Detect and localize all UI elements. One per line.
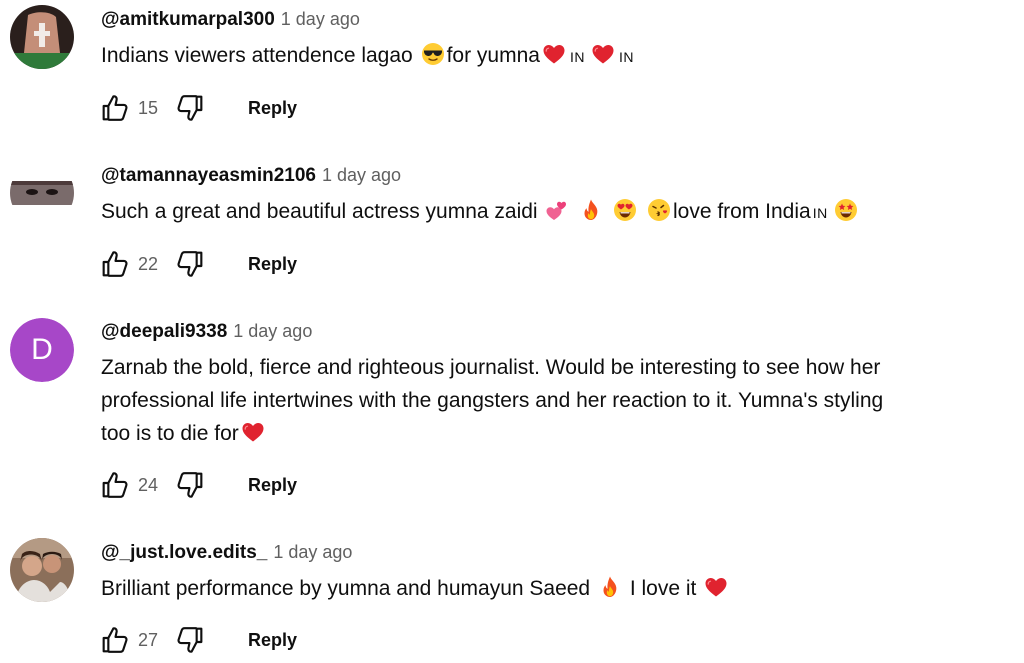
like-count: 24 bbox=[138, 474, 159, 495]
comment-actions: 15 Reply bbox=[99, 88, 297, 128]
comment-text-line: Zarnab the bold, fierce and righteous jo… bbox=[101, 356, 881, 379]
thumb-down-icon bbox=[174, 92, 206, 124]
heart-emoji-icon bbox=[704, 575, 728, 599]
comment-text-part: too is to die for bbox=[101, 422, 239, 445]
india-flag-icon: IN bbox=[618, 49, 634, 65]
comment-text-part: Indians viewers attendence lagao bbox=[101, 44, 413, 67]
avatar-image bbox=[10, 161, 74, 225]
reply-button[interactable]: Reply bbox=[248, 475, 297, 496]
reply-button[interactable]: Reply bbox=[248, 630, 297, 651]
avatar[interactable] bbox=[10, 538, 74, 602]
like-button[interactable] bbox=[99, 624, 131, 656]
thumb-up-icon bbox=[99, 469, 131, 501]
author-name[interactable]: @_just.love.edits_ bbox=[101, 542, 267, 563]
thumb-down-icon bbox=[174, 248, 206, 280]
author-name[interactable]: @deepali9338 bbox=[101, 321, 227, 342]
dislike-button[interactable] bbox=[174, 92, 206, 124]
heart-emoji-icon bbox=[591, 42, 615, 66]
fire-emoji-icon bbox=[598, 575, 622, 599]
avatar[interactable] bbox=[10, 161, 74, 225]
reply-button[interactable]: Reply bbox=[248, 254, 297, 275]
timestamp[interactable]: 1 day ago bbox=[233, 321, 312, 341]
comment-text-part: for yumna bbox=[446, 44, 540, 67]
star-struck-emoji-icon bbox=[834, 198, 858, 222]
comment-text: Indians viewers attendence lagao for yum… bbox=[101, 39, 1004, 74]
sunglasses-emoji-icon bbox=[421, 42, 445, 66]
thumb-down-icon bbox=[174, 469, 206, 501]
comment-header: @_just.love.edits_ 1 day ago bbox=[101, 539, 1004, 566]
avatar-letter-circle: D bbox=[10, 318, 74, 382]
avatar-image bbox=[10, 538, 74, 602]
thumb-up-icon bbox=[99, 624, 131, 656]
comment-text: Such a great and beautiful actress yumna… bbox=[101, 195, 1004, 230]
comment-text-part: I love it bbox=[629, 577, 697, 600]
like-count: 22 bbox=[138, 253, 159, 274]
reply-button[interactable]: Reply bbox=[248, 98, 297, 119]
dislike-button[interactable] bbox=[174, 248, 206, 280]
kiss-emoji-icon bbox=[647, 198, 671, 222]
india-flag-icon: IN bbox=[812, 205, 828, 221]
comment-header: @amitkumarpal300 1 day ago bbox=[101, 6, 1004, 33]
like-button[interactable] bbox=[99, 469, 131, 501]
comment-text: Zarnab the bold, fierce and righteous jo… bbox=[101, 351, 1004, 450]
comment-text-part: Brilliant performance by yumna and humay… bbox=[101, 577, 591, 600]
comment-text-line: professional life intertwines with the g… bbox=[101, 389, 884, 412]
like-count: 27 bbox=[138, 629, 159, 650]
timestamp[interactable]: 1 day ago bbox=[281, 9, 360, 29]
thumb-up-icon bbox=[99, 248, 131, 280]
fire-emoji-icon bbox=[579, 198, 603, 222]
heart-emoji-icon bbox=[241, 420, 265, 444]
like-button[interactable] bbox=[99, 92, 131, 124]
avatar[interactable] bbox=[10, 5, 74, 69]
author-name[interactable]: @tamannayeasmin2106 bbox=[101, 165, 316, 186]
comment-text-line: too is to die for bbox=[101, 417, 1004, 450]
comment-text-part: love from India bbox=[672, 200, 811, 223]
comment-header: @deepali9338 1 day ago bbox=[101, 318, 1004, 345]
comment-actions: 22 Reply bbox=[99, 244, 297, 284]
avatar[interactable]: D bbox=[10, 318, 74, 382]
comment-actions: 27 Reply bbox=[99, 620, 297, 660]
comment-actions: 24 Reply bbox=[99, 465, 297, 505]
two-hearts-emoji-icon bbox=[545, 198, 569, 222]
thumb-up-icon bbox=[99, 92, 131, 124]
avatar-image bbox=[10, 5, 74, 69]
comment-header: @tamannayeasmin2106 1 day ago bbox=[101, 162, 1004, 189]
timestamp[interactable]: 1 day ago bbox=[273, 542, 352, 562]
heart-emoji-icon bbox=[542, 42, 566, 66]
india-flag-icon: IN bbox=[569, 49, 585, 65]
comment-text-part: Such a great and beautiful actress yumna… bbox=[101, 200, 538, 223]
timestamp[interactable]: 1 day ago bbox=[322, 165, 401, 185]
dislike-button[interactable] bbox=[174, 624, 206, 656]
dislike-button[interactable] bbox=[174, 469, 206, 501]
comments-section: @amitkumarpal300 1 day ago Indians viewer… bbox=[0, 0, 1024, 663]
avatar-letter: D bbox=[31, 333, 53, 366]
like-count: 15 bbox=[138, 97, 159, 118]
author-name[interactable]: @amitkumarpal300 bbox=[101, 9, 275, 30]
heart-eyes-emoji-icon bbox=[613, 198, 637, 222]
thumb-down-icon bbox=[174, 624, 206, 656]
comment-text: Brilliant performance by yumna and humay… bbox=[101, 572, 1004, 605]
like-button[interactable] bbox=[99, 248, 131, 280]
